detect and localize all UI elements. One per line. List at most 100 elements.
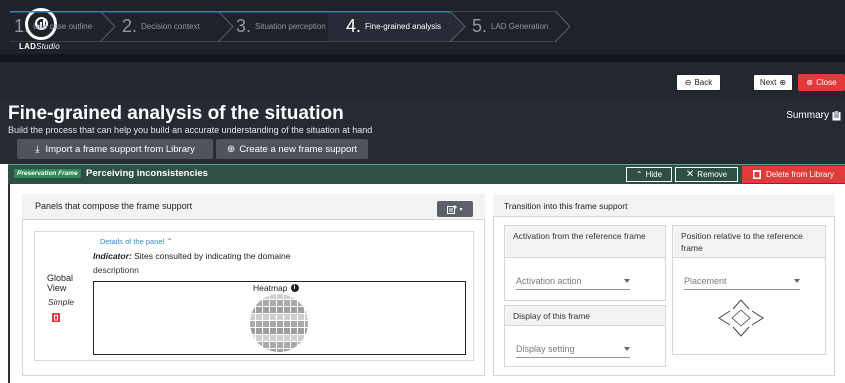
heatmap-cell [291, 342, 297, 348]
heatmap-cell [263, 307, 269, 313]
info-icon[interactable]: i [290, 284, 299, 292]
clipboard-icon [832, 110, 841, 120]
hide-button[interactable]: ⌃ Hide [626, 167, 672, 182]
heatmap-cell [250, 328, 255, 334]
heatmap-cell [263, 314, 269, 320]
heatmap-cell [291, 321, 297, 327]
heatmap-cell [277, 321, 283, 327]
heatmap-cell [263, 300, 269, 306]
heatmap-cell [242, 328, 248, 334]
heatmap-cell [298, 321, 304, 327]
step-use-case-outline[interactable]: 1. Use case outline [14, 11, 92, 42]
display-subcard-title: Display of this frame [505, 306, 665, 326]
heatmap-cell [256, 307, 262, 313]
add-panel-button[interactable]: ▾ [437, 201, 473, 217]
heatmap-cell [291, 328, 297, 334]
heatmap-cell [242, 342, 248, 348]
step-situation-perception[interactable]: 3. Situation perception [236, 11, 326, 42]
create-frame-button[interactable]: ⊕ Create a new frame support [216, 139, 368, 159]
heatmap-cell [284, 328, 290, 334]
close-button[interactable]: ⊗ Close [798, 74, 845, 91]
heatmap-cell [298, 307, 304, 313]
next-button[interactable]: Next ⊕ [753, 74, 793, 91]
heatmap-cell [305, 328, 308, 334]
heatmap-cell [256, 335, 262, 341]
heatmap-cell [305, 294, 308, 299]
heatmap-cell [291, 294, 297, 299]
panel-description: descriptionn [93, 265, 139, 275]
activation-action-select[interactable]: Activation action [516, 276, 630, 290]
heatmap-cell [284, 349, 290, 352]
heatmap-cell [270, 300, 276, 306]
heatmap-cell [305, 335, 308, 341]
back-button[interactable]: ⊖ Back [676, 74, 721, 91]
heatmap-cell [256, 294, 262, 299]
heatmap-cell [277, 300, 283, 306]
heatmap-cell [242, 335, 248, 341]
remove-button[interactable]: ✕ Remove [675, 167, 738, 182]
download-icon: ⤓ [35, 143, 40, 155]
caret-down-icon [624, 347, 630, 351]
heatmap-cell [256, 321, 262, 327]
heatmap-cell [312, 342, 317, 348]
heatmap-cell [242, 321, 248, 327]
heatmap-cell [284, 307, 290, 313]
heatmap-cell [305, 300, 308, 306]
details-of-panel-link[interactable]: Details of the panel ⌃ [100, 237, 173, 246]
heatmap-cell [298, 342, 304, 348]
heatmap-cell [250, 335, 255, 341]
delete-panel-icon[interactable] [52, 309, 60, 322]
summary-button[interactable]: Summary [786, 110, 841, 121]
heatmap-cell [312, 328, 317, 334]
heatmap-cell [242, 300, 248, 306]
heatmap-cell [263, 294, 269, 299]
heatmap-cell [270, 314, 276, 320]
heatmap-cell [263, 328, 269, 334]
heatmap-cell [305, 342, 308, 348]
heatmap-preview-graphic [242, 294, 317, 352]
heatmap-cell [277, 342, 283, 348]
delete-from-library-button[interactable]: Delete from Library [742, 166, 845, 183]
step-lad-generation[interactable]: 5. LAD Generation [472, 11, 548, 42]
heatmap-cell [291, 349, 297, 352]
stepper-steps: 1. Use case outline 2. Decision context 3.… [10, 11, 570, 42]
heatmap-cell [305, 349, 308, 352]
heatmap-cell [250, 307, 255, 313]
heatmap-cell [256, 328, 262, 334]
placement-select[interactable]: Placement [684, 276, 800, 290]
heatmap-cell [270, 349, 276, 352]
chevron-up-icon: ⌃ [166, 237, 174, 246]
heatmap-cell [250, 349, 255, 352]
step-decision-context[interactable]: 2. Decision context [122, 11, 200, 42]
heatmap-cell [242, 314, 248, 320]
trash-icon [752, 170, 761, 179]
heatmap-cell [305, 321, 308, 327]
page-title: Fine-grained analysis of the situation [8, 103, 344, 124]
import-frame-button[interactable]: ⤓ Import a frame support from Library [17, 139, 213, 159]
step-fine-grained-analysis[interactable]: 4. Fine-grained analysis [346, 11, 441, 42]
heatmap-cell [250, 342, 255, 348]
placement-direction-icon[interactable] [718, 299, 764, 337]
heatmap-title: Heatmap i [253, 283, 299, 293]
heatmap-cell [284, 300, 290, 306]
heatmap-cell [256, 300, 262, 306]
next-arrow-icon: ⊕ [779, 78, 787, 87]
view-label: Global View [47, 273, 74, 293]
heatmap-cell [270, 342, 276, 348]
heatmap-cell [277, 307, 283, 313]
heatmap-cell [305, 307, 308, 313]
frame-title: Perceiving inconsistencies [86, 168, 208, 179]
heatmap-cell [250, 321, 255, 327]
activation-subcard-title: Activation from the reference frame [505, 226, 665, 258]
heatmap-cell [263, 335, 269, 341]
caret-down-icon [624, 279, 630, 283]
heatmap-cell [256, 314, 262, 320]
back-arrow-icon: ⊖ [684, 78, 692, 87]
panels-card-title: Panels that compose the frame support [35, 201, 193, 211]
heatmap-cell [263, 349, 269, 352]
display-setting-select[interactable]: Display setting [516, 344, 630, 358]
plus-circle-icon: ⊕ [226, 143, 236, 155]
heatmap-cell [312, 314, 317, 320]
transition-card-title: Transition into this frame support [504, 201, 628, 211]
heatmap-cell [256, 349, 262, 352]
